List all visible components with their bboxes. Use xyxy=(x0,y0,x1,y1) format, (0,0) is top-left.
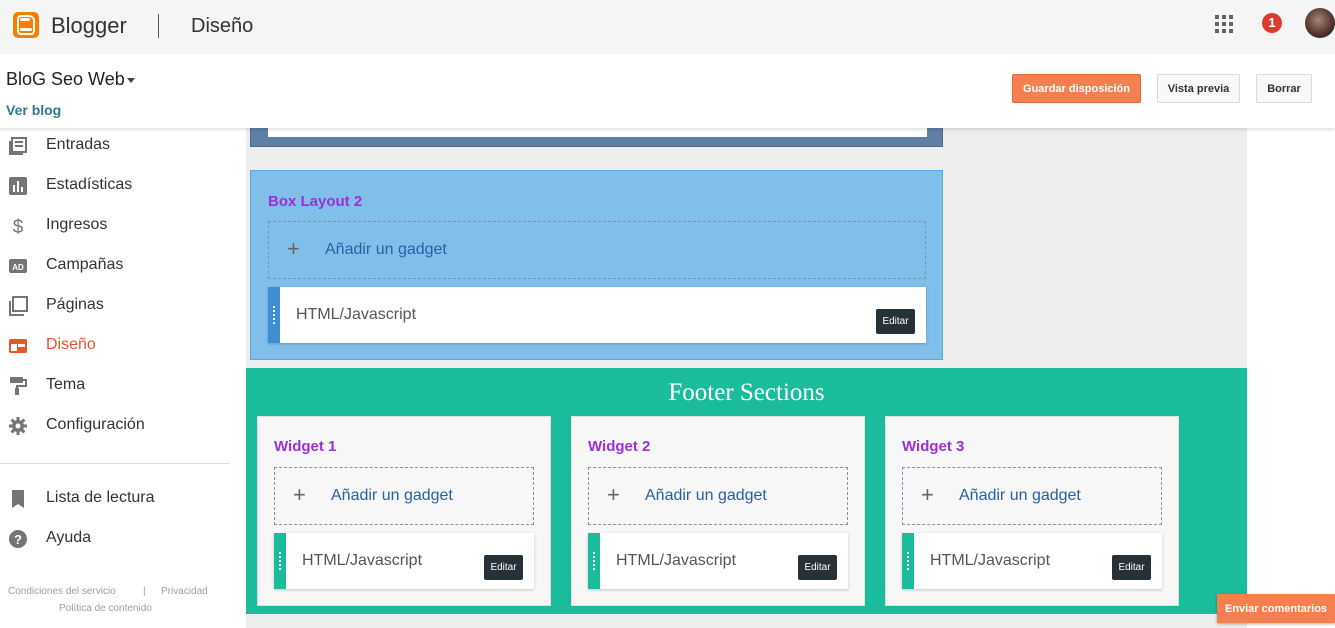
sidebar-item-label: Ingresos xyxy=(46,216,108,233)
layout-canvas: Box Layout 2 + Añadir un gadget HTML/Jav… xyxy=(246,128,1247,628)
bookmark-icon xyxy=(12,490,24,508)
plus-icon: + xyxy=(921,482,934,507)
help-icon: ? xyxy=(9,530,27,548)
gadget-name: HTML/Javascript xyxy=(302,552,423,569)
svg-text:AD: AD xyxy=(12,263,24,272)
footer-separator: | xyxy=(143,586,146,597)
svg-text:$: $ xyxy=(13,217,24,236)
edit-button[interactable]: Editar xyxy=(484,555,523,580)
section-title: Box Layout 2 xyxy=(268,193,363,210)
edit-button[interactable]: Editar xyxy=(1112,555,1151,580)
pages-icon xyxy=(9,296,28,316)
add-gadget-button[interactable]: + Añadir un gadget xyxy=(588,467,848,525)
edit-button[interactable]: Editar xyxy=(876,309,915,334)
section-title: Widget 2 xyxy=(588,438,651,455)
gadget-name: HTML/Javascript xyxy=(296,306,417,323)
view-blog-link[interactable]: Ver blog xyxy=(6,102,61,118)
add-gadget-button[interactable]: + Añadir un gadget xyxy=(268,221,926,279)
sidebar: Entradas Estadísticas $ Ingresos AD Camp… xyxy=(0,128,246,628)
apps-grid-icon[interactable] xyxy=(1215,15,1233,33)
send-feedback-button[interactable]: Enviar comentarios xyxy=(1217,594,1335,623)
sidebar-divider xyxy=(0,463,230,464)
widget-card xyxy=(268,128,927,137)
add-gadget-label: Añadir un gadget xyxy=(331,487,453,504)
add-gadget-label: Añadir un gadget xyxy=(645,487,767,504)
gadget-html-javascript[interactable]: HTML/Javascript Editar xyxy=(268,287,926,343)
chevron-down-icon[interactable] xyxy=(127,78,135,83)
drag-handle-icon[interactable] xyxy=(902,533,914,589)
sidebar-item-label: Ayuda xyxy=(46,529,92,546)
edit-button[interactable]: Editar xyxy=(798,555,837,580)
sidebar-item-reading-list[interactable]: Lista de lectura xyxy=(0,479,230,519)
notification-badge[interactable]: 1 xyxy=(1262,13,1282,33)
clear-button[interactable]: Borrar xyxy=(1256,74,1312,103)
sidebar-item-earnings[interactable]: $ Ingresos xyxy=(0,206,230,246)
add-gadget-label: Añadir un gadget xyxy=(959,487,1081,504)
blog-header: BloG Seo Web Ver blog Guardar disposició… xyxy=(0,54,1335,128)
paint-roller-icon xyxy=(10,377,27,395)
sidebar-item-settings[interactable]: Configuración xyxy=(0,406,230,446)
sidebar-item-label: Entradas xyxy=(46,136,111,153)
sidebar-item-layout[interactable]: Diseño xyxy=(0,326,230,366)
privacy-link[interactable]: Privacidad xyxy=(161,586,208,597)
sidebar-item-pages[interactable]: Páginas xyxy=(0,286,230,326)
sidebar-item-posts[interactable]: Entradas xyxy=(0,126,230,166)
top-bar: Blogger Diseño 1 xyxy=(0,0,1335,54)
gadget-html-javascript[interactable]: HTML/Javascript Editar xyxy=(274,533,534,589)
sidebar-item-theme[interactable]: Tema xyxy=(0,366,230,406)
gadget-name: HTML/Javascript xyxy=(616,552,737,569)
gadget-html-javascript[interactable]: HTML/Javascript Editar xyxy=(588,533,848,589)
posts-icon xyxy=(9,137,27,155)
layout-icon xyxy=(9,339,27,353)
brand-name[interactable]: Blogger xyxy=(51,13,127,39)
gadget-name: HTML/Javascript xyxy=(930,552,1051,569)
footer-title: Footer Sections xyxy=(668,379,825,406)
stats-icon xyxy=(9,177,27,195)
sidebar-item-label: Tema xyxy=(46,376,86,393)
box-layout-1-section xyxy=(250,128,943,147)
section-title: Widget 1 xyxy=(274,438,337,455)
drag-handle-icon[interactable] xyxy=(588,533,600,589)
drag-handle-icon[interactable] xyxy=(268,287,280,343)
footer-sections: Footer Sections Widget 1 + Añadir un gad… xyxy=(246,368,1247,614)
content-policy-link[interactable]: Política de contenido xyxy=(59,603,152,614)
sidebar-item-label: Páginas xyxy=(46,296,104,313)
add-gadget-button[interactable]: + Añadir un gadget xyxy=(274,467,534,525)
section-title: Widget 3 xyxy=(902,438,965,455)
sidebar-item-label: Diseño xyxy=(46,336,96,353)
plus-icon: + xyxy=(287,236,300,261)
sidebar-item-label: Configuración xyxy=(46,416,145,433)
ad-icon: AD xyxy=(9,259,27,273)
sidebar-item-label: Lista de lectura xyxy=(46,489,155,506)
sidebar-item-campaigns[interactable]: AD Campañas xyxy=(0,246,230,286)
sidebar-item-stats[interactable]: Estadísticas xyxy=(0,166,230,206)
add-gadget-label: Añadir un gadget xyxy=(325,241,447,258)
add-gadget-button[interactable]: + Añadir un gadget xyxy=(902,467,1162,525)
header-divider xyxy=(158,14,159,38)
gear-icon xyxy=(9,417,27,435)
plus-icon: + xyxy=(293,482,306,507)
drag-handle-icon[interactable] xyxy=(274,533,286,589)
sidebar-item-label: Estadísticas xyxy=(46,176,133,193)
widget-1-section: Widget 1 + Añadir un gadget HTML/Javascr… xyxy=(257,416,551,606)
save-layout-button[interactable]: Guardar disposición xyxy=(1012,74,1141,103)
widget-3-section: Widget 3 + Añadir un gadget HTML/Javascr… xyxy=(885,416,1179,606)
plus-icon: + xyxy=(607,482,620,507)
blogger-logo-icon[interactable] xyxy=(13,12,39,38)
terms-link[interactable]: Condiciones del servicio xyxy=(8,586,116,597)
svg-text:?: ? xyxy=(14,532,22,547)
page-title: Diseño xyxy=(191,15,254,37)
blog-selector[interactable]: BloG Seo Web xyxy=(6,69,125,90)
preview-button[interactable]: Vista previa xyxy=(1157,74,1240,103)
sidebar-item-help[interactable]: ? Ayuda xyxy=(0,519,230,559)
widget-2-section: Widget 2 + Añadir un gadget HTML/Javascr… xyxy=(571,416,865,606)
box-layout-2-section: Box Layout 2 + Añadir un gadget HTML/Jav… xyxy=(250,170,943,360)
gadget-html-javascript[interactable]: HTML/Javascript Editar xyxy=(902,533,1162,589)
sidebar-item-label: Campañas xyxy=(46,256,124,273)
dollar-icon: $ xyxy=(13,217,24,236)
avatar[interactable] xyxy=(1305,8,1335,38)
